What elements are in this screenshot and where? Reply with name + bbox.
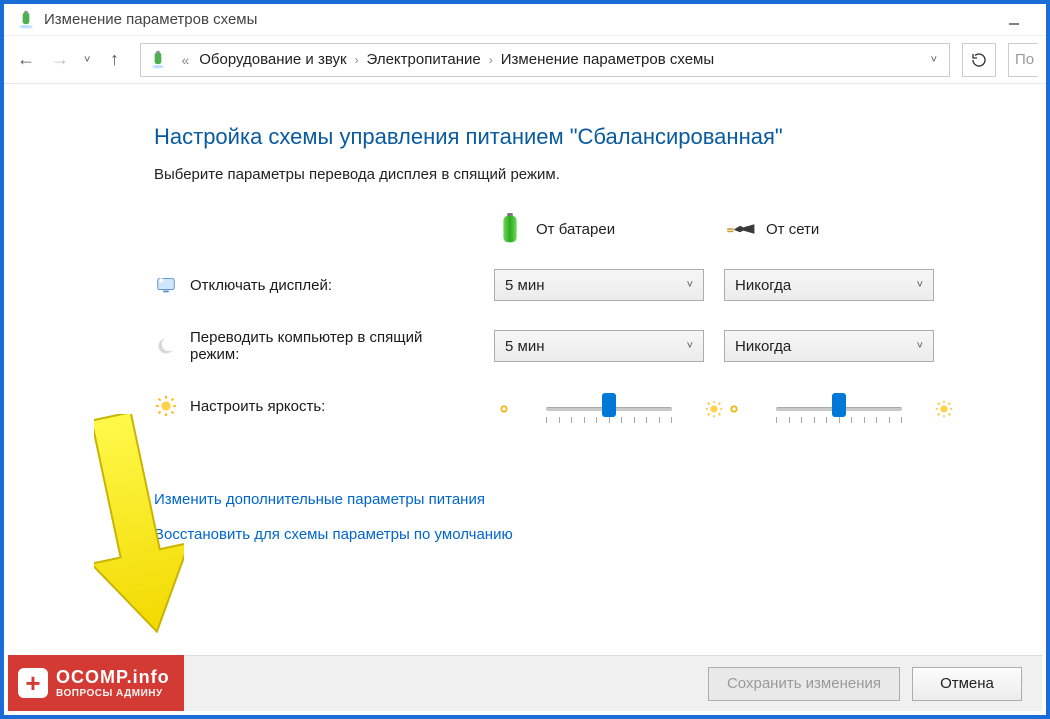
row-label: Переводить компьютер в спящий режим: — [190, 329, 470, 363]
page-title: Настройка схемы управления питанием "Сба… — [154, 124, 1026, 150]
breadcrumb[interactable]: « Оборудование и звук › Электропитание ›… — [140, 43, 950, 77]
row-turn-off-display: Отключать дисплей: 5 мин ˅ Никогда ˅ — [154, 269, 1026, 301]
select-value: Никогда — [735, 277, 791, 294]
display-off-plugged-select[interactable]: Никогда ˅ — [724, 269, 934, 301]
navbar: ← → ˅ ↑ « Оборудование и звук › Электроп… — [4, 36, 1046, 84]
moon-icon — [154, 334, 178, 358]
power-options-icon — [16, 10, 36, 30]
button-label: Отмена — [940, 675, 994, 692]
battery-column-label: От батареи — [536, 221, 615, 238]
minimize-button[interactable] — [994, 8, 1034, 32]
ac-plug-icon — [724, 213, 756, 245]
titlebar: Изменение параметров схемы — [4, 4, 1046, 36]
power-source-header: От батареи От сети — [154, 213, 1026, 245]
window-title: Изменение параметров схемы — [44, 11, 257, 28]
window-frame: Изменение параметров схемы ← → ˅ ↑ « Обо… — [0, 0, 1050, 719]
plugged-column-label: От сети — [766, 221, 819, 238]
breadcrumb-prefix-icon: « — [175, 52, 195, 68]
chevron-right-icon: › — [351, 53, 363, 67]
links-block: Изменить дополнительные параметры питани… — [154, 491, 1026, 543]
watermark-sub: ВОПРОСЫ АДМИНУ — [56, 688, 170, 699]
brightness-plugged-slider[interactable] — [758, 397, 920, 421]
chevron-right-icon: › — [485, 53, 497, 67]
breadcrumb-edit-plan[interactable]: Изменение параметров схемы — [497, 51, 718, 68]
history-dropdown[interactable]: ˅ — [80, 54, 94, 66]
content-area: Настройка схемы управления питанием "Сба… — [4, 84, 1046, 543]
forward-button[interactable]: → — [46, 46, 74, 74]
restore-defaults-link[interactable]: Восстановить для схемы параметры по умол… — [154, 526, 1026, 543]
select-value: Никогда — [735, 338, 791, 355]
brightness-battery-slider[interactable] — [528, 397, 690, 421]
search-placeholder: По — [1015, 51, 1034, 68]
brightness-low-icon — [494, 399, 514, 419]
brightness-low-icon — [724, 399, 744, 419]
breadcrumb-power-options[interactable]: Электропитание — [363, 51, 485, 68]
brightness-high-icon — [704, 399, 724, 419]
refresh-button[interactable] — [962, 43, 996, 77]
display-icon — [154, 273, 178, 297]
watermark-main: OCOMP.info — [56, 667, 170, 688]
slider-thumb[interactable] — [602, 393, 616, 417]
back-button[interactable]: ← — [12, 46, 40, 74]
battery-icon — [494, 213, 526, 245]
plus-icon: + — [18, 668, 48, 698]
chevron-down-icon: ˅ — [687, 340, 693, 352]
sleep-plugged-select[interactable]: Никогда ˅ — [724, 330, 934, 362]
watermark: + OCOMP.info ВОПРОСЫ АДМИНУ — [8, 655, 184, 711]
slider-thumb[interactable] — [832, 393, 846, 417]
chevron-down-icon: ˅ — [687, 279, 693, 291]
row-brightness: Настроить яркость: — [154, 391, 1026, 421]
power-plan-icon — [147, 49, 169, 71]
advanced-power-settings-link[interactable]: Изменить дополнительные параметры питани… — [154, 491, 1026, 508]
brightness-high-icon — [934, 399, 954, 419]
select-value: 5 мин — [505, 277, 545, 294]
search-input[interactable]: По — [1008, 43, 1038, 77]
button-label: Сохранить изменения — [727, 675, 881, 692]
row-label: Настроить яркость: — [190, 398, 325, 415]
chevron-down-icon[interactable]: ˅ — [925, 54, 943, 66]
row-label: Отключать дисплей: — [190, 277, 332, 294]
chevron-down-icon: ˅ — [917, 279, 923, 291]
page-subtitle: Выберите параметры перевода дисплея в сп… — [154, 166, 1026, 183]
breadcrumb-hardware-sound[interactable]: Оборудование и звук — [195, 51, 350, 68]
save-changes-button[interactable]: Сохранить изменения — [708, 667, 900, 701]
select-value: 5 мин — [505, 338, 545, 355]
brightness-icon — [154, 394, 178, 418]
chevron-down-icon: ˅ — [917, 340, 923, 352]
up-button[interactable]: ↑ — [100, 46, 128, 74]
row-sleep: Переводить компьютер в спящий режим: 5 м… — [154, 329, 1026, 363]
cancel-button[interactable]: Отмена — [912, 667, 1022, 701]
display-off-battery-select[interactable]: 5 мин ˅ — [494, 269, 704, 301]
sleep-battery-select[interactable]: 5 мин ˅ — [494, 330, 704, 362]
